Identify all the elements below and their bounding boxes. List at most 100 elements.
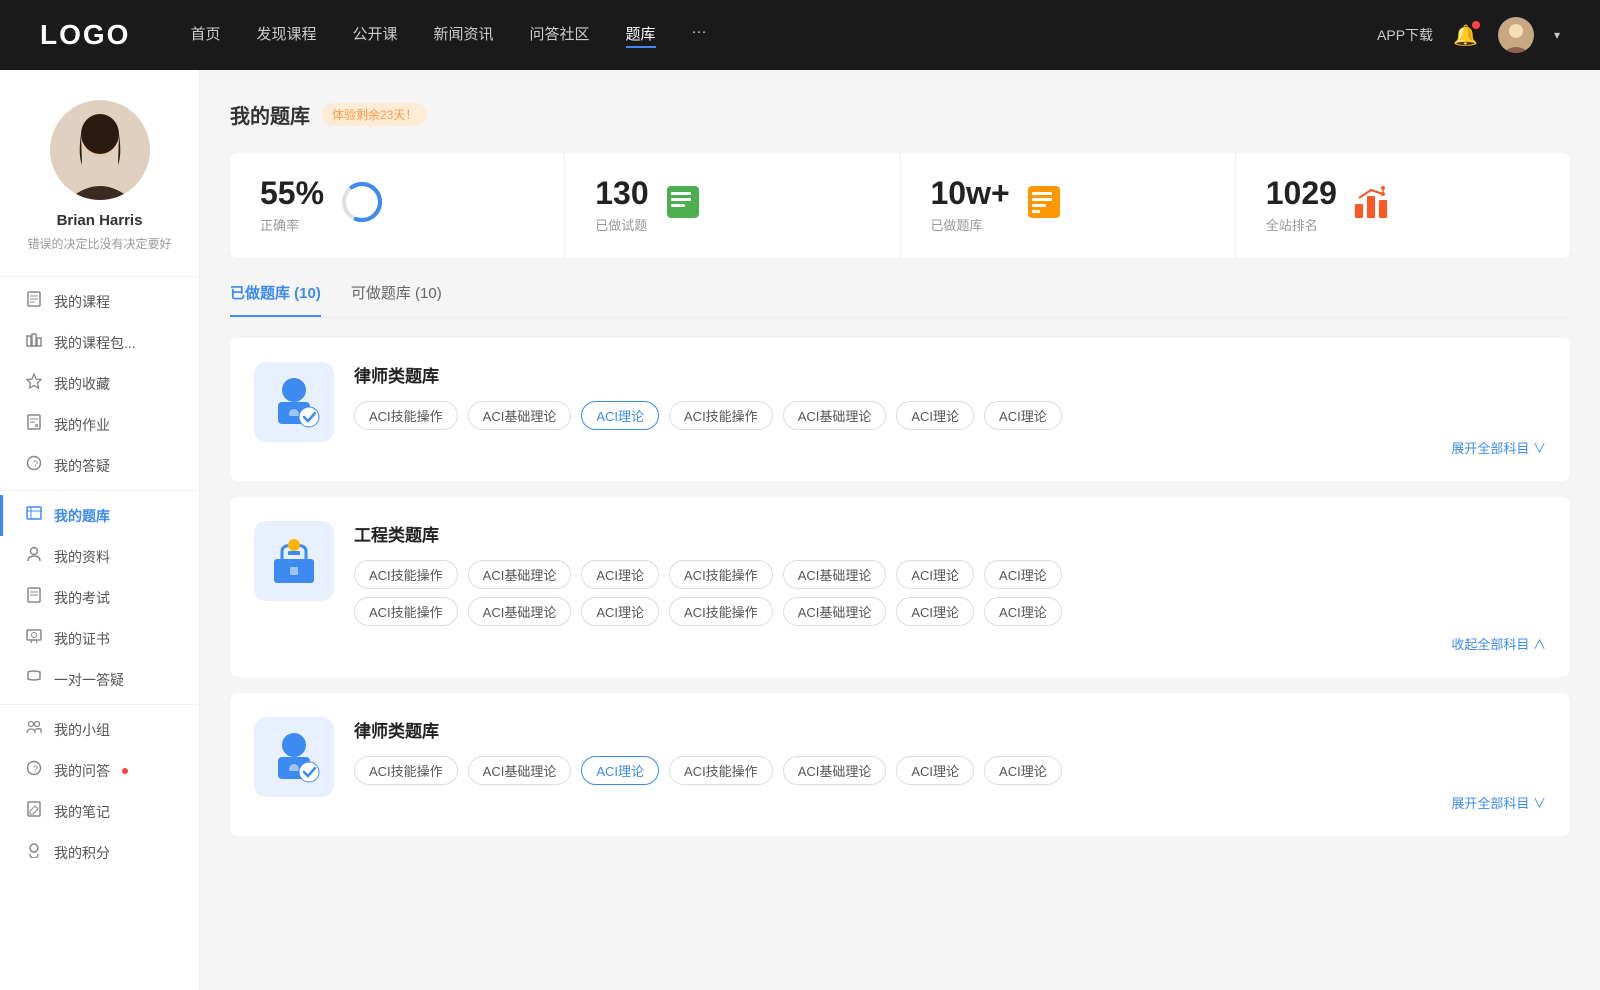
nav-news[interactable]: 新闻资讯 xyxy=(434,23,494,48)
bank-tag[interactable]: ACI基础理论 xyxy=(468,401,572,430)
bank-expand-lawyer-2[interactable]: 展开全部科目 ∨ xyxy=(354,793,1546,812)
user-motto: 错误的决定比没有决定要好 xyxy=(11,235,187,252)
bank-tag[interactable]: ACI理论 xyxy=(581,597,659,626)
bank-tag[interactable]: ACI理论 xyxy=(984,597,1062,626)
sidebar-item-homework[interactable]: 我的作业 xyxy=(0,404,199,445)
sidebar-item-my-courses[interactable]: 我的课程 xyxy=(0,281,199,322)
sidebar-divider-3 xyxy=(0,704,199,705)
svg-text:?: ? xyxy=(33,459,38,469)
sidebar-item-points[interactable]: 我的积分 xyxy=(0,832,199,873)
bank-tag-active[interactable]: ACI理论 xyxy=(581,756,659,785)
sidebar-label: 一对一答疑 xyxy=(54,670,124,690)
nav-open-course[interactable]: 公开课 xyxy=(352,23,397,48)
bank-tag[interactable]: ACI基础理论 xyxy=(468,756,572,785)
bank-tag[interactable]: ACI技能操作 xyxy=(354,401,458,430)
nav-question-bank[interactable]: 题库 xyxy=(626,23,656,48)
bank-expand-engineer[interactable]: 收起全部科目 ∧ xyxy=(354,634,1546,653)
sidebar-item-notes[interactable]: 我的笔记 xyxy=(0,791,199,832)
sidebar-item-question-bank[interactable]: 我的题库 xyxy=(0,495,199,536)
bank-tag[interactable]: ACI基础理论 xyxy=(783,756,887,785)
app-download[interactable]: APP下载 xyxy=(1377,25,1433,45)
bank-tag[interactable]: ACI技能操作 xyxy=(354,756,458,785)
qa-notification-dot xyxy=(122,768,128,774)
sidebar-label: 我的积分 xyxy=(54,843,110,863)
bank-tag[interactable]: ACI技能操作 xyxy=(354,597,458,626)
stat-done-banks-value: 10w+ xyxy=(931,177,1010,209)
main-layout: Brian Harris 错误的决定比没有决定要好 我的课程 我的课程包... … xyxy=(0,70,1600,990)
user-avatar-sidebar xyxy=(50,100,150,200)
bank-tag[interactable]: ACI基础理论 xyxy=(468,597,572,626)
bank-tag[interactable]: ACI理论 xyxy=(984,756,1062,785)
stat-done-questions: 130 已做试题 xyxy=(565,153,900,258)
notification-bell[interactable]: 🔔 xyxy=(1453,23,1478,48)
user-avatar-nav[interactable] xyxy=(1498,17,1534,53)
svg-text:?: ? xyxy=(33,764,38,774)
bank-tags-lawyer-1: ACI技能操作 ACI基础理论 ACI理论 ACI技能操作 ACI基础理论 AC… xyxy=(354,401,1546,430)
tab-available-banks[interactable]: 可做题库 (10) xyxy=(351,282,442,317)
sidebar-label: 我的证书 xyxy=(54,629,110,649)
sidebar-item-favorites[interactable]: 我的收藏 xyxy=(0,363,199,404)
done-questions-icon xyxy=(665,184,701,227)
user-name: Brian Harris xyxy=(57,212,143,229)
rank-icon xyxy=(1353,184,1389,227)
tutoring-icon xyxy=(24,669,44,690)
bank-tag[interactable]: ACI技能操作 xyxy=(669,756,773,785)
bank-tag[interactable]: ACI技能操作 xyxy=(669,560,773,589)
bank-card-title-lawyer-2: 律师类题库 xyxy=(354,717,1546,742)
stats-row: 55% 正确率 130 已做试题 xyxy=(230,153,1570,258)
bank-tag[interactable]: ACI理论 xyxy=(896,401,974,430)
bank-tag[interactable]: ACI技能操作 xyxy=(669,401,773,430)
course-package-icon xyxy=(24,332,44,353)
bank-tag[interactable]: ACI理论 xyxy=(984,560,1062,589)
my-qa-icon: ? xyxy=(24,760,44,781)
nav-home[interactable]: 首页 xyxy=(190,23,220,48)
notes-icon xyxy=(24,801,44,822)
sidebar-label: 我的课程包... xyxy=(54,333,136,353)
bank-tag[interactable]: ACI理论 xyxy=(581,560,659,589)
sidebar-item-profile[interactable]: 我的资料 xyxy=(0,536,199,577)
sidebar-label: 我的课程 xyxy=(54,292,110,312)
sidebar-label: 我的小组 xyxy=(54,720,110,740)
nav-qa[interactable]: 问答社区 xyxy=(530,23,590,48)
bank-tag-active[interactable]: ACI理论 xyxy=(581,401,659,430)
stat-done-banks-label: 已做题库 xyxy=(931,215,1010,234)
sidebar-item-answers[interactable]: ? 我的答疑 xyxy=(0,445,199,486)
tab-done-banks[interactable]: 已做题库 (10) xyxy=(230,282,321,317)
bank-expand-lawyer-1[interactable]: 展开全部科目 ∨ xyxy=(354,438,1546,457)
bank-tag[interactable]: ACI基础理论 xyxy=(783,560,887,589)
bank-tag[interactable]: ACI基础理论 xyxy=(783,597,887,626)
bank-card-body-engineer: 工程类题库 ACI技能操作 ACI基础理论 ACI理论 ACI技能操作 ACI基… xyxy=(354,521,1546,653)
bank-tag[interactable]: ACI理论 xyxy=(896,597,974,626)
navbar: LOGO 首页 发现课程 公开课 新闻资讯 问答社区 题库 ··· APP下载 … xyxy=(0,0,1600,70)
sidebar-item-certificate[interactable]: 我的证书 xyxy=(0,618,199,659)
navbar-right: APP下载 🔔 ▾ xyxy=(1377,17,1560,53)
bank-tag[interactable]: ACI技能操作 xyxy=(669,597,773,626)
profile-icon xyxy=(24,546,44,567)
bank-tag[interactable]: ACI理论 xyxy=(896,560,974,589)
bank-tag[interactable]: ACI技能操作 xyxy=(354,560,458,589)
nav-more[interactable]: ··· xyxy=(692,23,707,48)
bank-tags-lawyer-2: ACI技能操作 ACI基础理论 ACI理论 ACI技能操作 ACI基础理论 AC… xyxy=(354,756,1546,785)
sidebar-item-my-qa[interactable]: ? 我的问答 xyxy=(0,750,199,791)
bank-card-body-lawyer-1: 律师类题库 ACI技能操作 ACI基础理论 ACI理论 ACI技能操作 ACI基… xyxy=(354,362,1546,457)
bank-tag[interactable]: ACI基础理论 xyxy=(468,560,572,589)
page-title: 我的题库 xyxy=(230,100,310,129)
user-dropdown-arrow[interactable]: ▾ xyxy=(1554,28,1560,42)
bank-tag[interactable]: ACI基础理论 xyxy=(783,401,887,430)
nav-discover[interactable]: 发现课程 xyxy=(256,23,316,48)
sidebar-label: 我的问答 xyxy=(54,761,110,781)
sidebar-item-course-package[interactable]: 我的课程包... xyxy=(0,322,199,363)
sidebar-label: 我的资料 xyxy=(54,547,110,567)
bank-tags-engineer-row2: ACI技能操作 ACI基础理论 ACI理论 ACI技能操作 ACI基础理论 AC… xyxy=(354,597,1546,626)
bank-tag[interactable]: ACI理论 xyxy=(984,401,1062,430)
stat-rank-label: 全站排名 xyxy=(1266,215,1337,234)
bank-tag[interactable]: ACI理论 xyxy=(896,756,974,785)
sidebar-item-tutoring[interactable]: 一对一答疑 xyxy=(0,659,199,700)
bank-card-icon-lawyer-2 xyxy=(254,717,334,797)
notification-dot xyxy=(1472,21,1480,29)
star-icon xyxy=(24,373,44,394)
sidebar-item-group[interactable]: 我的小组 xyxy=(0,709,199,750)
sidebar-item-exam[interactable]: 我的考试 xyxy=(0,577,199,618)
points-icon xyxy=(24,842,44,863)
sidebar-label: 我的考试 xyxy=(54,588,110,608)
